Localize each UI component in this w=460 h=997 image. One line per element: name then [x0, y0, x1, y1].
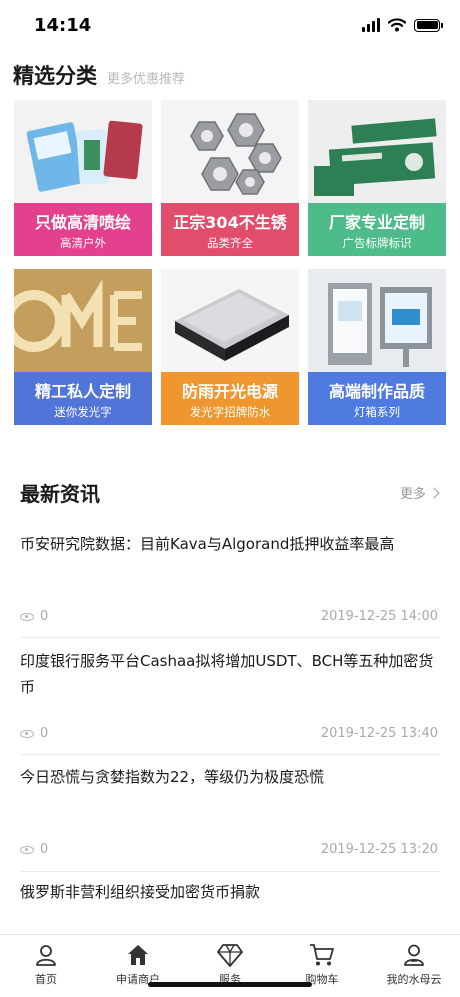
divider [20, 754, 440, 755]
sign-plate-image [308, 100, 446, 203]
category-band: 精工私人定制 迷你发光字 [14, 372, 152, 425]
category-grid: 只做高清喷绘 高清户外 正宗304不生锈 品类齐全 厂家专业定制 广告标牌标识 … [14, 100, 446, 425]
category-band: 只做高清喷绘 高清户外 [14, 203, 152, 256]
category-subtitle: 品类齐全 [207, 236, 253, 250]
lightbox-image [308, 269, 446, 372]
news-headline: 俄罗斯非营利组织接受加密货币捐款 [20, 883, 261, 901]
category-card-banner-print[interactable]: 只做高清喷绘 高清户外 [14, 100, 152, 256]
news-date: 2019-12-25 14:00 [320, 609, 438, 624]
category-subtitle: 迷你发光字 [54, 405, 112, 419]
wifi-icon [388, 18, 406, 32]
status-bar: 14:14 [0, 0, 460, 52]
tab-cart[interactable]: 购物车 [276, 943, 368, 987]
category-card-hex-nut[interactable]: 正宗304不生锈 品类齐全 [161, 100, 299, 256]
eye-icon [20, 612, 34, 621]
section-title: 精选分类 [13, 64, 97, 88]
news-date: 2019-12-25 13:40 [320, 726, 438, 741]
news-headline: 今日恐慌与贪婪指数为22，等级仍为极度恐慌 [20, 768, 325, 786]
tab-services[interactable]: 服务 [184, 943, 276, 987]
category-card-lightbox[interactable]: 高端制作品质 灯箱系列 [308, 269, 446, 425]
news-views: 0 [20, 726, 48, 741]
news-item[interactable]: 今日恐慌与贪婪指数为22，等级仍为极度恐慌 0 2019-12-25 13:20 [20, 764, 440, 872]
status-icons [362, 18, 443, 32]
news-header: 最新资讯 更多 [20, 478, 440, 508]
eye-icon [20, 729, 34, 738]
tab-home[interactable]: 首页 [0, 943, 92, 987]
category-card-sign-plate[interactable]: 厂家专业定制 广告标牌标识 [308, 100, 446, 256]
news-views: 0 [20, 609, 48, 624]
tab-apply-merchant[interactable]: 申请商户 [92, 943, 184, 987]
category-subtitle: 广告标牌标识 [342, 236, 412, 250]
category-title: 高端制作品质 [328, 382, 425, 401]
banner-print-image [14, 100, 152, 203]
news-meta: 0 2019-12-25 14:00 [20, 609, 438, 627]
news-view-count: 0 [40, 842, 49, 857]
category-title: 正宗304不生锈 [173, 213, 287, 232]
divider [20, 637, 440, 638]
news-title: 最新资讯 [20, 482, 100, 506]
news-date: 2019-12-25 13:20 [320, 842, 438, 857]
tab-label: 首页 [35, 973, 57, 986]
category-title: 防雨开光电源 [181, 382, 278, 401]
home-indicator[interactable] [148, 982, 312, 987]
category-card-gold-letters[interactable]: 精工私人定制 迷你发光字 [14, 269, 152, 425]
category-band: 厂家专业定制 广告标牌标识 [308, 203, 446, 256]
hex-nut-image [161, 100, 299, 203]
news-headline: 币安研究院数据：目前Kava与Algorand抵押收益率最高 [20, 535, 395, 553]
category-title: 厂家专业定制 [328, 213, 425, 232]
news-more-link[interactable]: 更多 [399, 483, 440, 502]
power-supply-image [161, 269, 299, 372]
signal-icon [362, 18, 380, 32]
status-time: 14:14 [34, 15, 92, 36]
diamond-icon [217, 944, 243, 967]
news-item[interactable]: 俄罗斯非营利组织接受加密货币捐款 [20, 879, 440, 905]
news-meta: 0 2019-12-25 13:40 [20, 726, 438, 744]
news-views: 0 [20, 842, 48, 857]
tab-my-profile[interactable]: 我的水母云 [368, 943, 460, 987]
section-subtitle[interactable]: 更多优惠推荐 [107, 68, 185, 87]
news-item[interactable]: 币安研究院数据：目前Kava与Algorand抵押收益率最高 0 2019-12… [20, 531, 440, 638]
category-subtitle: 灯箱系列 [354, 405, 400, 419]
eye-icon [20, 845, 34, 854]
news-view-count: 0 [40, 609, 49, 624]
category-band: 高端制作品质 灯箱系列 [308, 372, 446, 425]
cart-icon [310, 944, 334, 966]
news-view-count: 0 [40, 726, 49, 741]
news-headline: 印度银行服务平台Cashaa拟将增加USDT、BCH等五种加密货币 [20, 652, 434, 696]
news-meta: 0 2019-12-25 13:20 [20, 842, 438, 860]
bottom-tab-bar: 首页 申请商户 服务 购物车 我的水母云 [0, 934, 460, 997]
category-card-power-supply[interactable]: 防雨开光电源 发光字招牌防水 [161, 269, 299, 425]
tab-label: 我的水母云 [386, 973, 442, 986]
battery-icon [414, 18, 443, 32]
news-more-label: 更多 [399, 487, 426, 502]
category-band: 防雨开光电源 发光字招牌防水 [161, 372, 299, 425]
home-icon [128, 945, 148, 965]
category-subtitle: 高清户外 [60, 236, 106, 250]
category-subtitle: 发光字招牌防水 [189, 405, 271, 419]
user-icon [36, 945, 56, 966]
profile-icon [404, 944, 424, 966]
category-title: 精工私人定制 [34, 382, 131, 401]
gold-letters-image [14, 269, 152, 372]
featured-categories-header: 精选分类 更多优惠推荐 [13, 60, 185, 90]
category-band: 正宗304不生锈 品类齐全 [161, 203, 299, 256]
news-item[interactable]: 印度银行服务平台Cashaa拟将增加USDT、BCH等五种加密货币 0 2019… [20, 648, 440, 755]
category-title: 只做高清喷绘 [34, 213, 131, 232]
chevron-right-icon [428, 486, 440, 499]
divider [20, 871, 440, 872]
